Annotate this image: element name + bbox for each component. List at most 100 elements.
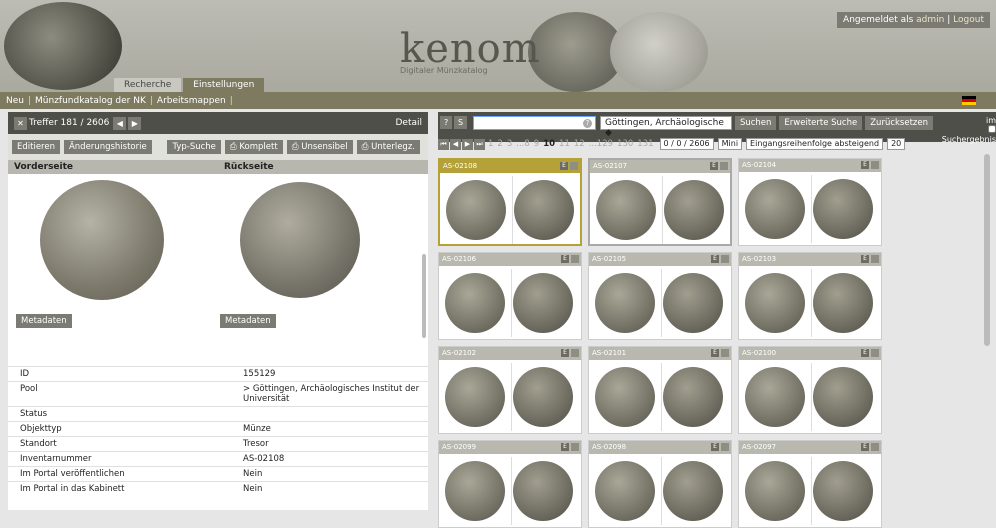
first-page-icon[interactable]: ⏮ [438,138,449,150]
history-button[interactable]: Änderungshistorie [63,140,152,154]
edit-badge-icon[interactable]: E [561,443,569,451]
results-scrollbar[interactable] [984,154,990,346]
result-card[interactable]: AS-02097 E [738,440,882,528]
close-icon[interactable]: ✕ [14,116,27,130]
edit-badge-icon[interactable]: E [561,349,569,357]
logout-link[interactable]: Logout [953,15,984,25]
select-badge-icon[interactable] [571,443,579,451]
result-card[interactable]: AS-02104 E [738,158,882,246]
results-grid: AS-02108 E AS-02107 E AS-02104 E AS-02106 E … [438,158,990,528]
result-card[interactable]: AS-02099 E [438,440,582,528]
tab-einstellungen[interactable]: Einstellungen [183,78,265,92]
reset-button[interactable]: Zurücksetzen [865,116,933,130]
edit-badge-icon[interactable]: E [861,255,869,263]
print-complete-button[interactable]: Komplett [224,140,283,154]
edit-badge-icon[interactable]: E [861,443,869,451]
result-card[interactable]: AS-02103 E [738,252,882,340]
user-link[interactable]: admin [916,15,944,25]
prev-icon[interactable]: ◀ [113,116,127,130]
select-badge-icon[interactable] [721,255,729,263]
select-badge-icon[interactable] [871,161,879,169]
result-card[interactable]: AS-02102 E [438,346,582,434]
page-link[interactable]: 9 [534,139,539,149]
reverse-image[interactable] [240,182,360,298]
search-button[interactable]: Suchen [734,116,777,130]
result-card[interactable]: AS-02106 E [438,252,582,340]
german-flag-icon[interactable] [962,96,976,105]
select-badge-icon[interactable] [570,162,578,170]
result-card[interactable]: AS-02105 E [588,252,732,340]
detail-scrollbar[interactable] [422,254,426,338]
order-select[interactable]: Eingangsreihenfolge absteigend [746,138,884,150]
reverse-header: Rückseite [224,162,274,172]
edit-badge-icon[interactable]: E [861,161,869,169]
print-unsensible-button[interactable]: Unsensibel [286,140,353,154]
last-page-icon[interactable]: ⏭ [474,138,485,150]
tab-recherche[interactable]: Recherche [114,78,182,92]
page-link[interactable]: ...129 [589,139,613,149]
edit-badge-icon[interactable]: E [561,255,569,263]
search-in-results-checkbox[interactable] [988,125,996,133]
count-select[interactable]: 0 / 0 / 2606 [659,138,714,150]
page-link[interactable]: 11 [559,139,570,149]
card-title: AS-02107 E [590,160,730,173]
select-badge-icon[interactable] [871,349,879,357]
advanced-search-button[interactable]: Erweiterte Suche [779,116,863,130]
size-select[interactable]: Mini [717,138,743,150]
obverse-thumb [745,461,805,521]
print-underlay-button[interactable]: Unterlegz. [356,140,420,154]
card-title: AS-02108 E [440,160,580,173]
page-link[interactable]: ...8 [516,139,530,149]
select-badge-icon[interactable] [871,255,879,263]
reverse-thumb [813,179,873,239]
page-link[interactable]: 12 [574,139,585,149]
result-card[interactable]: AS-02100 E [738,346,882,434]
select-badge-icon[interactable] [871,443,879,451]
search-help-icon[interactable]: ? [583,119,592,128]
reverse-metadata-button[interactable]: Metadaten [220,314,276,328]
select-badge-icon[interactable] [571,349,579,357]
help-icon[interactable]: ? [440,116,453,129]
result-card[interactable]: AS-02107 E [588,158,732,246]
detail-panel: ✕ Treffer 181 / 2606 ◀ ▶ Detail Editiere… [8,112,428,510]
edit-badge-icon[interactable]: E [560,162,568,170]
page-link[interactable]: 131 [637,139,653,149]
card-title: AS-02097 E [739,441,881,454]
select-badge-icon[interactable] [720,162,728,170]
select-badge-icon[interactable] [721,443,729,451]
edit-badge-icon[interactable]: E [861,349,869,357]
select-badge-icon[interactable] [571,255,579,263]
card-title: AS-02104 E [739,159,881,172]
obverse-thumb [745,273,805,333]
per-page-input[interactable]: 20 [887,138,906,150]
obverse-image[interactable] [40,180,164,300]
edit-button[interactable]: Editieren [12,140,60,154]
edit-badge-icon[interactable]: E [711,349,719,357]
page-link[interactable]: 1 [488,139,493,149]
page-link[interactable]: 130 [617,139,633,149]
menu-separator: | [27,95,32,106]
search-in-results: im Suchergebnis [937,116,996,144]
type-search-button[interactable]: Typ-Suche [167,140,221,154]
select-badge-icon[interactable] [721,349,729,357]
menu-item-new[interactable]: Neu [6,96,28,106]
next-icon[interactable]: ▶ [128,116,142,130]
edit-badge-icon[interactable]: E [710,162,718,170]
reverse-thumb [664,180,724,240]
result-card[interactable]: AS-02108 E [438,158,582,246]
page-link[interactable]: 2 [497,139,502,149]
next-page-icon[interactable]: ▶ [462,138,473,150]
page-link[interactable]: 3 [507,139,512,149]
saved-search-icon[interactable]: S [454,116,467,129]
search-input[interactable]: ? [472,116,596,130]
edit-badge-icon[interactable]: E [711,443,719,451]
result-card[interactable]: AS-02101 E [588,346,732,434]
menu-item-muenzfundkatalog[interactable]: Münzfundkatalog der NK [35,96,150,106]
obverse-metadata-button[interactable]: Metadaten [16,314,72,328]
menu-item-arbeitsmappen[interactable]: Arbeitsmappen [157,96,230,106]
result-card[interactable]: AS-02098 E [588,440,732,528]
menu-bar: Neu | Münzfundkatalog der NK | Arbeitsma… [0,92,996,109]
prev-page-icon[interactable]: ◀ [450,138,461,150]
edit-badge-icon[interactable]: E [711,255,719,263]
pool-select[interactable]: Göttingen, Archäologische ◆ [600,116,732,138]
